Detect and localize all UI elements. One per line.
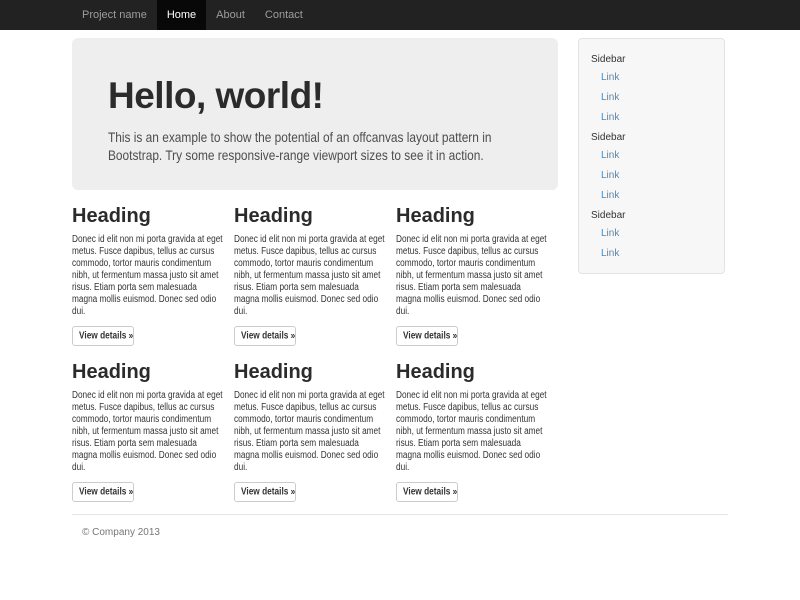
content-card-1: Heading Donec id elit non mi porta gravi… — [72, 190, 234, 346]
view-details-button[interactable]: View details » — [234, 326, 296, 346]
sidebar-group-3: Sidebar Link Link — [579, 205, 724, 263]
view-details-label: View details » — [403, 331, 457, 342]
content-card-6: Heading Donec id elit non mi porta gravi… — [396, 346, 558, 502]
navbar-inner: Project name Home About Contact — [60, 0, 740, 30]
nav-item-contact[interactable]: Contact — [255, 0, 313, 30]
content-card-3: Heading Donec id elit non mi porta gravi… — [396, 190, 558, 346]
content-card-5: Heading Donec id elit non mi porta gravi… — [234, 346, 396, 502]
view-details-button[interactable]: View details » — [396, 326, 458, 346]
sidebar-group-1: Sidebar Link Link Link — [579, 49, 724, 127]
sidebar-heading: Sidebar — [579, 49, 724, 67]
content-card-4: Heading Donec id elit non mi porta gravi… — [72, 346, 234, 502]
copyright: © Company 2013 — [82, 527, 728, 538]
page-title: Hello, world! — [108, 76, 522, 116]
main-row: Hello, world! This is an example to show… — [72, 38, 728, 502]
footer-divider — [72, 514, 728, 515]
card-heading: Heading — [72, 204, 234, 228]
card-heading: Heading — [396, 360, 558, 384]
sidebar-link[interactable]: Link — [579, 165, 724, 185]
view-details-button[interactable]: View details » — [396, 482, 458, 502]
view-details-label: View details » — [79, 331, 133, 342]
jumbotron: Hello, world! This is an example to show… — [72, 38, 558, 190]
sidebar-group-2: Sidebar Link Link Link — [579, 127, 724, 205]
sidebar-heading: Sidebar — [579, 205, 724, 223]
view-details-label: View details » — [403, 487, 457, 498]
sidebar-link[interactable]: Link — [579, 145, 724, 165]
card-heading: Heading — [234, 360, 396, 384]
card-text: Donec id elit non mi porta gravida at eg… — [396, 390, 548, 474]
view-details-button[interactable]: View details » — [72, 482, 134, 502]
card-heading: Heading — [72, 360, 234, 384]
card-text: Donec id elit non mi porta gravida at eg… — [72, 234, 224, 318]
sidebar-link[interactable]: Link — [579, 67, 724, 87]
sidebar-link[interactable]: Link — [579, 185, 724, 205]
card-text: Donec id elit non mi porta gravida at eg… — [72, 390, 224, 474]
view-details-button[interactable]: View details » — [72, 326, 134, 346]
view-details-label: View details » — [241, 487, 295, 498]
navbar: Project name Home About Contact — [0, 0, 800, 30]
view-details-button[interactable]: View details » — [234, 482, 296, 502]
main-content: Hello, world! This is an example to show… — [72, 38, 558, 502]
sidebar: Sidebar Link Link Link Sidebar Link Link… — [578, 38, 725, 274]
navbar-menu: Home About Contact — [157, 0, 313, 30]
sidebar-link[interactable]: Link — [579, 87, 724, 107]
sidebar-link[interactable]: Link — [579, 223, 724, 243]
footer: © Company 2013 — [72, 527, 728, 538]
sidebar-link[interactable]: Link — [579, 243, 724, 263]
card-heading: Heading — [396, 204, 558, 228]
card-text: Donec id elit non mi porta gravida at eg… — [396, 234, 548, 318]
view-details-label: View details » — [79, 487, 133, 498]
page-container: Hello, world! This is an example to show… — [60, 38, 740, 538]
view-details-label: View details » — [241, 331, 295, 342]
content-card-2: Heading Donec id elit non mi porta gravi… — [234, 190, 396, 346]
card-text: Donec id elit non mi porta gravida at eg… — [234, 390, 386, 474]
nav-item-home[interactable]: Home — [157, 0, 206, 30]
nav-item-about[interactable]: About — [206, 0, 255, 30]
navbar-brand[interactable]: Project name — [72, 0, 147, 30]
card-text: Donec id elit non mi porta gravida at eg… — [234, 234, 386, 318]
card-heading: Heading — [234, 204, 396, 228]
cards-grid: Heading Donec id elit non mi porta gravi… — [72, 190, 558, 502]
sidebar-heading: Sidebar — [579, 127, 724, 145]
jumbotron-subtitle: This is an example to show the potential… — [108, 128, 499, 164]
sidebar-link[interactable]: Link — [579, 107, 724, 127]
